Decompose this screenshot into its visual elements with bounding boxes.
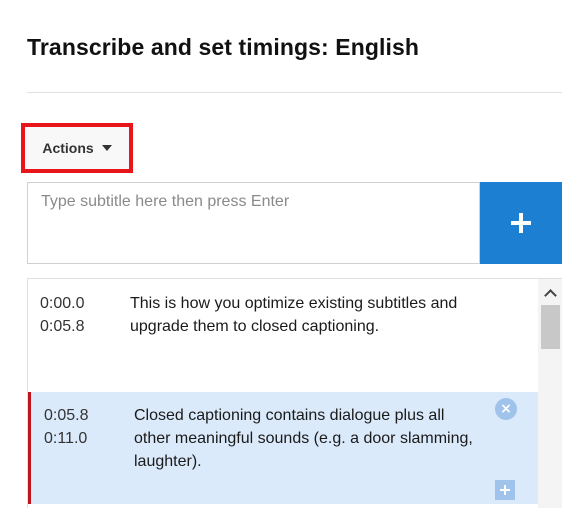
cue-start-time[interactable]: 0:05.8 (44, 404, 88, 427)
header-divider (27, 92, 562, 93)
cue-times: 0:05.8 0:11.0 (44, 404, 88, 450)
cue-times: 0:00.0 0:05.8 (40, 292, 84, 338)
actions-dropdown-button[interactable]: Actions (25, 127, 129, 169)
cue-end-time[interactable]: 0:05.8 (40, 315, 84, 338)
subtitle-input[interactable] (28, 183, 479, 263)
subtitle-cue[interactable]: 0:00.0 0:05.8 This is how you optimize e… (28, 292, 538, 387)
cue-text[interactable]: This is how you optimize existing subtit… (130, 292, 475, 338)
subtitle-list: 0:00.0 0:05.8 This is how you optimize e… (27, 278, 562, 508)
insert-cue-plus-icon[interactable] (495, 480, 515, 500)
add-subtitle-button[interactable] (480, 182, 562, 264)
cue-text[interactable]: Closed captioning contains dialogue plus… (134, 404, 479, 473)
plus-icon (511, 213, 531, 233)
actions-label: Actions (42, 140, 94, 156)
subtitle-cue-selected[interactable]: 0:05.8 0:11.0 Closed captioning contains… (28, 392, 538, 504)
cue-end-time[interactable]: 0:11.0 (44, 427, 88, 450)
chevron-up-icon (544, 288, 557, 302)
close-circle-icon[interactable]: × (495, 398, 517, 420)
caret-down-icon (101, 145, 112, 151)
cue-start-time[interactable]: 0:00.0 (40, 292, 84, 315)
scroll-up-button[interactable] (538, 285, 562, 302)
subtitle-input-box[interactable] (27, 182, 480, 264)
scrollbar[interactable] (538, 279, 562, 508)
page-title: Transcribe and set timings: English (27, 34, 420, 60)
scroll-thumb[interactable] (541, 305, 560, 349)
